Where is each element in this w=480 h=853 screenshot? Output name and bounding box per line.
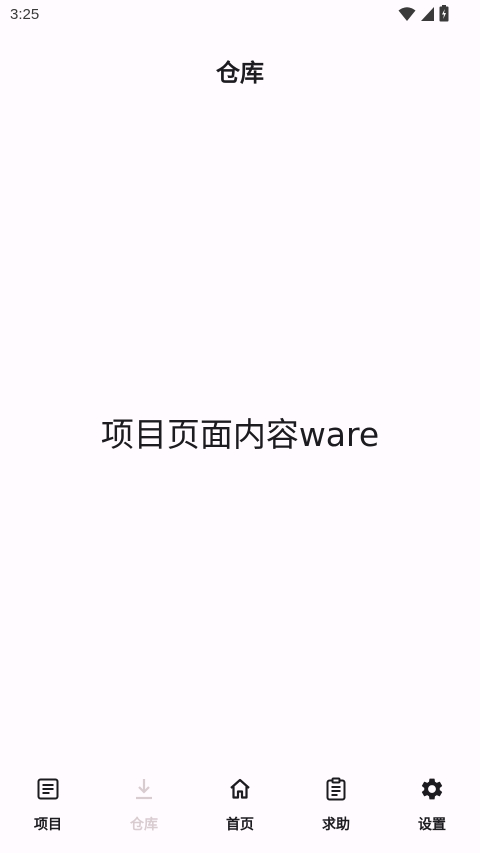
status-time: 3:25 — [10, 6, 40, 23]
wifi-icon — [398, 6, 416, 22]
screen: 3:25 仓库 项目页面内容ware 项目 仓库 首页 求助 设置 — [0, 0, 480, 853]
clipboard-icon — [323, 776, 349, 802]
home-icon — [227, 776, 253, 802]
document-icon — [35, 776, 61, 802]
nav-item-help[interactable]: 求助 — [288, 764, 384, 853]
bottom-navigation: 项目 仓库 首页 求助 设置 — [0, 764, 480, 853]
status-bar: 3:25 — [0, 0, 480, 30]
nav-item-warehouse[interactable]: 仓库 — [96, 764, 192, 853]
nav-item-settings[interactable]: 设置 — [384, 764, 480, 853]
content-text: 项目页面内容ware — [100, 415, 380, 454]
battery-icon — [439, 5, 449, 22]
nav-label-home: 首页 — [226, 817, 254, 833]
nav-item-home[interactable]: 首页 — [192, 764, 288, 853]
nav-label-help: 求助 — [322, 817, 350, 833]
main-content: 项目页面内容ware — [0, 96, 480, 768]
nav-label-project: 项目 — [34, 817, 62, 833]
top-app-bar: 仓库 — [0, 44, 480, 96]
gear-icon — [419, 776, 445, 802]
nav-label-settings: 设置 — [418, 817, 446, 833]
nav-label-warehouse: 仓库 — [130, 817, 158, 833]
status-icons — [398, 5, 449, 22]
download-icon — [131, 776, 157, 802]
nav-item-project[interactable]: 项目 — [0, 764, 96, 853]
page-title: 仓库 — [216, 58, 264, 87]
signal-icon — [420, 6, 435, 22]
